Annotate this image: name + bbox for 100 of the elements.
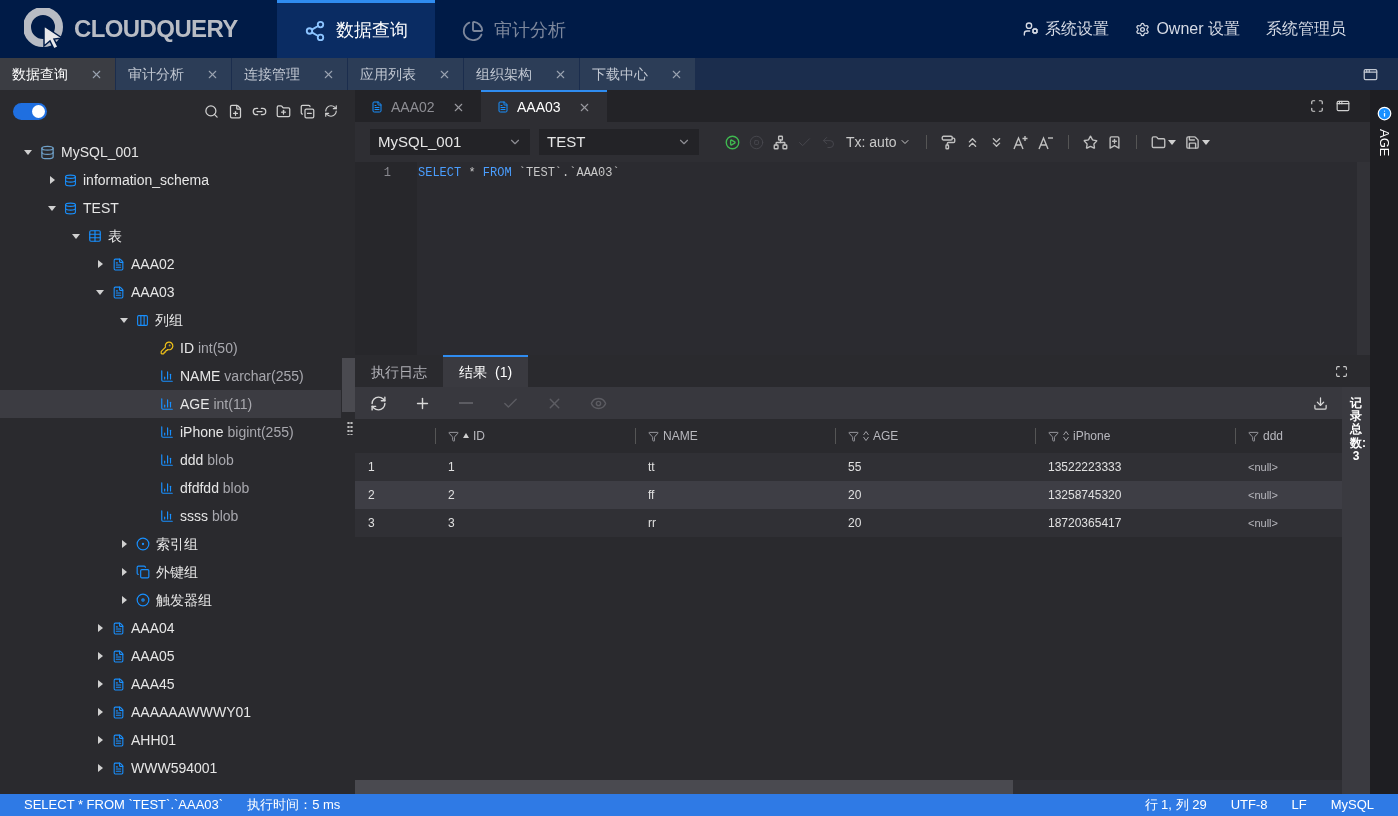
collapsed-caret-icon[interactable] [120, 540, 128, 548]
table-cell-text: 2 [447, 487, 456, 504]
nav-tab[interactable]: 审计分析 [435, 0, 593, 58]
page-tab[interactable]: 组织架构 [464, 58, 580, 90]
status-text: UTF-8 [1230, 796, 1268, 815]
index-icon [136, 537, 150, 551]
table-row[interactable]: 1 1 tt 55 13522223333 <null> [355, 453, 1342, 481]
sql-editor[interactable]: 1 SELECT * FROM `TEST`.`AAA03` [355, 162, 1370, 355]
tree-item[interactable]: NAME varchar(255) [0, 362, 341, 390]
tree-item[interactable]: 索引组 [0, 530, 341, 558]
database-select[interactable]: TEST [539, 129, 699, 155]
collapsed-caret-icon[interactable] [96, 736, 104, 744]
result-tab[interactable]: 结果 (1) [443, 355, 529, 387]
download-icon[interactable] [1313, 395, 1328, 411]
collapsed-caret-icon[interactable] [96, 652, 104, 660]
tree-item[interactable]: AAA03 [0, 278, 341, 306]
column-header[interactable]: ID [435, 428, 635, 444]
page-tab[interactable]: 审计分析 [116, 58, 232, 90]
expanded-caret-icon[interactable] [24, 148, 32, 156]
header-link[interactable]: Owner 设置 [1135, 17, 1240, 41]
resize-handle-icon[interactable] [347, 421, 353, 435]
collapsed-caret-icon[interactable] [96, 764, 104, 772]
fullscreen-icon[interactable] [1310, 99, 1324, 113]
sort-ascending-icon [463, 433, 469, 439]
table-row[interactable]: 2 2 ff 20 13258745320 <null> [355, 481, 1342, 509]
header-link[interactable]: 系统设置 [1023, 17, 1110, 41]
logo-text: CLOUDQUERY [74, 14, 238, 44]
collapsed-caret-icon[interactable] [96, 624, 104, 632]
nav-tab[interactable]: 数据查询 [277, 0, 435, 58]
tree-item[interactable]: 列组 [0, 306, 341, 334]
refresh-button[interactable] [369, 394, 387, 412]
star-icon [1082, 134, 1098, 150]
tree-item[interactable]: AAA04 [0, 614, 341, 642]
stop-icon [749, 134, 764, 150]
page-tab[interactable]: 连接管理 [232, 58, 348, 90]
logo-icon [24, 8, 66, 50]
collapse-all-icon[interactable] [300, 103, 315, 119]
expanded-caret-icon[interactable] [120, 316, 128, 324]
collapsed-caret-icon[interactable] [48, 176, 56, 184]
search-icon[interactable] [204, 103, 219, 119]
tree-item[interactable]: MySQL_001 [0, 138, 341, 166]
tree-item[interactable]: AHH01 [0, 726, 341, 754]
collapsed-caret-icon[interactable] [96, 708, 104, 716]
page-tab[interactable]: 应用列表 [348, 58, 464, 90]
page-tab[interactable]: 数据查询 [0, 58, 116, 90]
database-icon [64, 201, 77, 215]
page-tab[interactable]: 下载中心 [580, 58, 696, 90]
editor-tab[interactable]: AAA02 [355, 90, 481, 122]
tree-item[interactable]: AAA02 [0, 250, 341, 278]
tree-item[interactable]: TEST [0, 194, 341, 222]
tree-item[interactable]: 表 [0, 222, 341, 250]
tree-item[interactable]: AGE int(11) [0, 390, 341, 418]
column-icon [160, 481, 174, 495]
tree-item[interactable]: WWW594001 [0, 754, 341, 782]
tree-item[interactable]: ssss blob [0, 502, 341, 530]
caret-icon[interactable] [1167, 138, 1176, 146]
tree-item[interactable]: ddd blob [0, 446, 341, 474]
header-link[interactable]: 系统管理员 [1266, 17, 1346, 41]
tree-item[interactable]: 外键组 [0, 558, 341, 586]
table-row[interactable]: 3 3 rr 20 18720365417 <null> [355, 509, 1342, 537]
column-header[interactable]: iPhone [1035, 428, 1235, 444]
expanded-caret-icon[interactable] [48, 204, 56, 212]
refresh-icon[interactable] [324, 104, 338, 118]
table-cell-text: 20 [847, 487, 863, 504]
theme-toggle[interactable] [13, 102, 47, 120]
tree-item[interactable]: ID int(50) [0, 334, 341, 362]
tree-item[interactable]: AAAAAAWWWY01 [0, 698, 341, 726]
folder-icon [1150, 134, 1166, 150]
tree-item[interactable]: 触发器组 [0, 586, 341, 614]
table-file-icon [112, 621, 125, 635]
result-tab[interactable]: 执行日志 [355, 355, 443, 387]
table-cell-text: 18720365417 [1047, 515, 1123, 532]
collapsed-caret-icon[interactable] [96, 260, 104, 268]
expanded-caret-icon[interactable] [72, 232, 80, 240]
tree-item[interactable]: dfdfdd blob [0, 474, 341, 502]
expanded-caret-icon[interactable] [96, 288, 104, 296]
editor-tab[interactable]: AAA03 [481, 90, 607, 122]
pie-chart-icon [462, 19, 484, 42]
font-increase-icon [1012, 134, 1029, 150]
status-text: 行 1, 列 29 [1144, 796, 1207, 815]
tree-item[interactable]: AAA05 [0, 642, 341, 670]
collapsed-caret-icon[interactable] [96, 680, 104, 688]
info-icon[interactable] [1376, 106, 1392, 121]
new-folder-icon[interactable] [276, 103, 291, 119]
table-file-icon [112, 761, 125, 775]
collapsed-caret-icon[interactable] [120, 568, 128, 576]
caret-icon[interactable] [1201, 138, 1210, 146]
scrollbar-thumb[interactable] [355, 780, 1013, 794]
column-header[interactable]: AGE [835, 428, 1035, 444]
collapsed-caret-icon[interactable] [120, 596, 128, 604]
panel-tab[interactable]: AGE [1374, 129, 1394, 157]
tree-item[interactable]: AAA45 [0, 670, 341, 698]
column-header[interactable]: NAME [635, 428, 835, 444]
scrollbar-thumb[interactable] [342, 358, 355, 412]
fullscreen-icon[interactable] [1335, 364, 1348, 378]
tree-item[interactable]: information_schema [0, 166, 341, 194]
transaction-mode-dropdown[interactable]: Tx: auto [842, 131, 915, 153]
connection-select[interactable]: MySQL_001 [370, 129, 530, 155]
tree-item[interactable]: iPhone bigint(255) [0, 418, 341, 446]
new-file-icon[interactable] [228, 103, 243, 119]
